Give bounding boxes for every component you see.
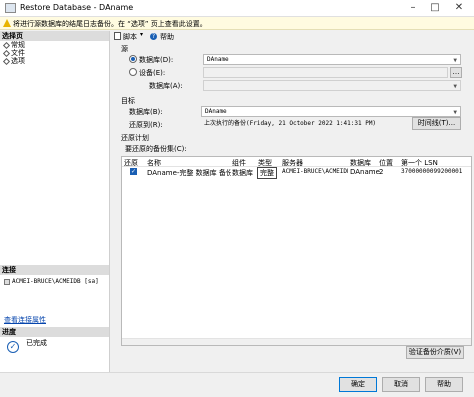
cell-name: DAname-完整 数据库 备份 xyxy=(147,169,231,177)
destination-database-dropdown[interactable]: DAname ▼ xyxy=(201,106,461,117)
backup-sets-label: 要还原的备份集(C): xyxy=(125,145,187,153)
connection-value: ACMEI-BRUCE\ACMEIDB [sa] xyxy=(12,278,99,285)
destination-database-label: 数据库(B): xyxy=(129,108,163,116)
warning-icon xyxy=(3,19,11,27)
warning-text: 将进行源数据库的结尾日志备份。在 “选项” 页上查看此设置。 xyxy=(13,20,207,28)
page-item-label: 文件 xyxy=(11,49,25,57)
database-radio[interactable] xyxy=(129,55,137,63)
page-item-files[interactable]: 文件 xyxy=(0,49,109,57)
cell-component: 数据库 xyxy=(232,169,253,177)
restore-plan-header: 还原计划 xyxy=(121,134,149,142)
device-radio-label: 设备(E): xyxy=(139,69,166,77)
horizontal-scrollbar[interactable] xyxy=(122,338,471,345)
device-database-dropdown[interactable]: ▼ xyxy=(203,80,461,91)
server-icon xyxy=(4,279,10,285)
verify-backup-media-button[interactable]: 验证备份介质(V) xyxy=(406,346,464,359)
destination-header: 目标 xyxy=(121,97,135,105)
select-page-header: 选择页 xyxy=(0,31,109,41)
title-bar: Restore Database - DAname – □ ✕ xyxy=(0,0,474,17)
backup-sets-grid: 还原 名称 组件 类型 服务器 数据库 位置 第一个 LSN ✓ DAname-… xyxy=(121,156,472,346)
help-icon: ? xyxy=(150,33,157,40)
maximize-icon[interactable]: □ xyxy=(428,2,442,14)
wrench-icon xyxy=(2,49,11,57)
table-row[interactable]: ✓ DAname-完整 数据库 备份 数据库 完整 ACMEI-BRUCE\AC… xyxy=(122,167,471,179)
script-icon xyxy=(114,32,121,40)
script-button[interactable]: 脚本 xyxy=(123,32,137,42)
ok-button[interactable]: 确定 xyxy=(339,377,377,392)
wrench-icon xyxy=(2,41,11,49)
restore-to-label: 还原到(R): xyxy=(129,121,163,129)
device-field[interactable] xyxy=(203,67,448,78)
help-button[interactable]: 帮助 xyxy=(160,32,174,42)
page-item-options[interactable]: 选项 xyxy=(0,57,109,65)
window-title: Restore Database - DAname xyxy=(20,3,134,12)
restore-checkbox[interactable]: ✓ xyxy=(130,168,137,175)
help-footer-button[interactable]: 帮助 xyxy=(425,377,463,392)
restore-to-value: 上次执行的备份(Friday, 21 October 2022 1:41:31 … xyxy=(204,120,377,127)
page-item-label: 选项 xyxy=(11,57,25,65)
chevron-down-icon: ▼ xyxy=(453,57,457,64)
device-database-label: 数据库(A): xyxy=(149,82,183,90)
cell-database: DAname xyxy=(350,168,380,176)
warning-bar: 将进行源数据库的结尾日志备份。在 “选项” 页上查看此设置。 xyxy=(0,17,474,30)
device-radio[interactable] xyxy=(129,68,137,76)
browse-device-button[interactable]: … xyxy=(450,67,462,78)
check-circle-icon: ✓ xyxy=(7,341,19,353)
progress-status: 已完成 xyxy=(26,339,47,347)
cell-position: 2 xyxy=(379,168,384,176)
grid-header: 还原 名称 组件 类型 服务器 数据库 位置 第一个 LSN xyxy=(122,157,471,167)
minimize-icon[interactable]: – xyxy=(406,2,420,14)
progress-header: 进度 xyxy=(0,327,109,337)
chevron-down-icon: ▼ xyxy=(453,83,457,90)
chevron-down-icon: ▼ xyxy=(453,109,457,116)
page-item-label: 常规 xyxy=(11,41,25,49)
page-item-general[interactable]: 常规 xyxy=(0,41,109,49)
source-header: 源 xyxy=(121,45,128,53)
timeline-button[interactable]: 时间线(T)... xyxy=(412,117,461,130)
database-app-icon xyxy=(5,3,16,13)
main-pane: 脚本 ▾ ? 帮助 源 数据库(D): DAname ▼ 设备(E): … 数据… xyxy=(112,31,474,372)
cell-type: 完整 xyxy=(257,167,277,179)
database-radio-label: 数据库(D): xyxy=(139,56,174,64)
left-pane: 选择页 常规 文件 选项 连接 ACMEI-BRUCE\ACMEIDB [sa]… xyxy=(0,31,110,372)
destination-database-value: DAname xyxy=(205,108,227,115)
source-database-value: DAname xyxy=(207,56,229,63)
wrench-icon xyxy=(2,57,11,65)
cell-server: ACMEI-BRUCE\ACMEIDB xyxy=(282,168,348,175)
connection-header: 连接 xyxy=(0,265,109,275)
source-database-dropdown[interactable]: DAname ▼ xyxy=(203,54,461,65)
chevron-down-icon[interactable]: ▾ xyxy=(140,31,143,38)
toolbar: 脚本 ▾ ? 帮助 xyxy=(112,31,474,42)
cell-first-lsn: 37000000099200001 xyxy=(401,168,463,175)
view-connection-properties-link[interactable]: 查看连接属性 xyxy=(4,315,46,325)
cancel-button[interactable]: 取消 xyxy=(382,377,420,392)
footer-bar: 确定 取消 帮助 xyxy=(0,372,474,397)
close-icon[interactable]: ✕ xyxy=(452,2,466,14)
